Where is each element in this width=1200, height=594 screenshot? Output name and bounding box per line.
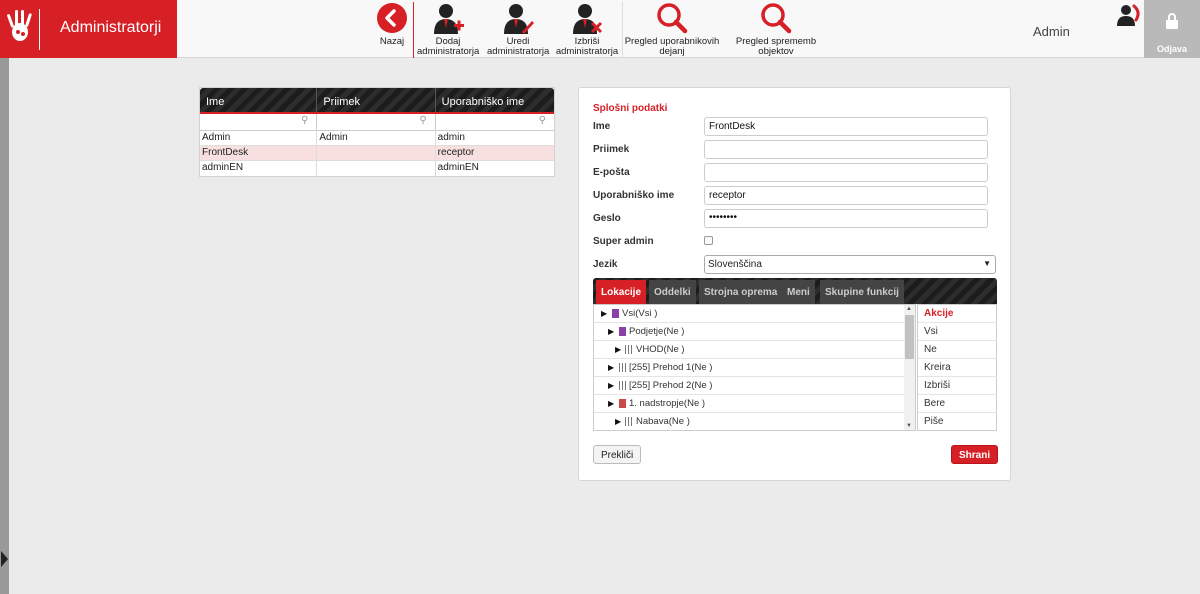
- dropdown-arrow-icon: ▼: [983, 259, 991, 268]
- table-row[interactable]: adminEN adminEN: [200, 161, 554, 176]
- last-name-label: Priimek: [593, 144, 630, 155]
- tree-node[interactable]: ▶ Vsi(Vsi ): [594, 305, 904, 323]
- page-title: Administratorji: [60, 19, 162, 36]
- search-icon: ⚲: [419, 115, 427, 126]
- admin-edit-form: Splošni podatki Ime Priimek E-pošta Upor…: [578, 87, 1011, 481]
- app-brand: Administratorji: [0, 0, 177, 58]
- add-user-icon: [434, 4, 464, 34]
- actions-list: Akcije Vsi Ne Kreira Izbriši Bere Piše: [917, 304, 997, 431]
- expand-arrow-icon[interactable]: ▶: [608, 381, 614, 390]
- language-select[interactable]: Slovenščina ▼: [704, 255, 996, 274]
- filter-last-name-input[interactable]: ⚲: [317, 114, 436, 130]
- table-row[interactable]: Admin Admin admin: [200, 131, 554, 146]
- expand-arrow-icon[interactable]: ▶: [615, 417, 621, 426]
- filter-username-input[interactable]: ⚲: [436, 114, 554, 130]
- column-header-last-name[interactable]: Priimek: [317, 88, 436, 112]
- column-header-username[interactable]: Uporabniško ime: [436, 88, 554, 112]
- tree-node[interactable]: ▶ 1. nadstropje(Ne ): [594, 395, 904, 413]
- super-admin-label: Super admin: [593, 236, 654, 247]
- administrators-table: Ime Priimek Uporabniško ime ⚲ ⚲ ⚲ Admin …: [199, 87, 555, 177]
- tab-menu[interactable]: Meni: [782, 280, 815, 304]
- action-item[interactable]: Izbriši: [918, 377, 997, 395]
- tab-departments[interactable]: Oddelki: [649, 280, 696, 304]
- expand-arrow-icon[interactable]: ▶: [608, 363, 614, 372]
- back-arrow-icon: [377, 3, 407, 33]
- tree-node[interactable]: ▶ VHOD(Ne ): [594, 341, 904, 359]
- section-title: Splošni podatki: [593, 103, 668, 114]
- filter-first-name-input[interactable]: ⚲: [200, 114, 318, 130]
- cancel-button[interactable]: Prekliči: [593, 445, 642, 464]
- door-icon: [625, 417, 632, 426]
- expand-arrow-icon: [1, 551, 8, 567]
- user-call-icon[interactable]: [1117, 4, 1141, 26]
- filter-row: ⚲ ⚲ ⚲: [200, 114, 554, 131]
- search-icon: ⚲: [301, 115, 309, 126]
- expand-arrow-icon[interactable]: ▶: [608, 327, 614, 336]
- door-icon: [619, 381, 626, 390]
- password-label: Geslo: [593, 213, 621, 224]
- scroll-up-icon[interactable]: ▲: [906, 306, 912, 312]
- back-button[interactable]: Nazaj: [370, 0, 414, 58]
- hand-logo-icon: [7, 10, 32, 41]
- username-label: Uporabniško ime: [593, 190, 675, 201]
- email-field[interactable]: [704, 163, 988, 182]
- magnifier-icon: [761, 3, 792, 34]
- edit-user-icon: [504, 4, 534, 34]
- email-label: E-pošta: [593, 167, 630, 178]
- tab-hardware[interactable]: Strojna oprema: [699, 280, 783, 304]
- tab-locations[interactable]: Lokacije: [596, 280, 647, 304]
- building-icon: [612, 309, 619, 318]
- expand-arrow-icon[interactable]: ▶: [608, 399, 614, 408]
- top-toolbar: Administratorji Nazaj Dodaj administrato…: [0, 0, 1200, 58]
- current-user-name: Admin: [1033, 24, 1070, 39]
- tab-function-groups[interactable]: Skupine funkcij: [820, 280, 904, 304]
- lock-icon: [1166, 13, 1178, 29]
- edit-admin-button[interactable]: Uredi administratorja: [487, 0, 549, 58]
- table-row-selected[interactable]: FrontDesk receptor: [200, 146, 554, 161]
- first-name-label: Ime: [593, 121, 611, 132]
- language-label: Jezik: [593, 259, 618, 270]
- table-header: Ime Priimek Uporabniško ime: [200, 88, 554, 114]
- tree-node[interactable]: ▶ [255] Prehod 2(Ne ): [594, 377, 904, 395]
- action-item[interactable]: Vsi: [918, 323, 997, 341]
- delete-admin-button[interactable]: Izbriši administratorja: [555, 0, 619, 58]
- first-name-field[interactable]: [704, 117, 988, 136]
- action-item[interactable]: Ne: [918, 341, 997, 359]
- object-changes-review-button[interactable]: Pregled sprememb objektov: [728, 0, 824, 58]
- door-icon: [625, 345, 632, 354]
- scrollbar-thumb[interactable]: [905, 315, 914, 359]
- tree-node[interactable]: ▶ Podjetje(Ne ): [594, 323, 904, 341]
- sidebar-toggle[interactable]: [0, 58, 9, 594]
- tree-node[interactable]: ▶ Nabava(Ne ): [594, 413, 904, 430]
- action-item[interactable]: Kreira: [918, 359, 997, 377]
- add-admin-button[interactable]: Dodaj administratorja: [417, 0, 479, 58]
- scroll-down-icon[interactable]: ▼: [906, 423, 912, 429]
- building-icon: [619, 327, 626, 336]
- permissions-tabs: Lokacije Oddelki Strojna oprema Meni Sku…: [593, 278, 997, 304]
- locations-tree: ▶ Vsi(Vsi ) ▶ Podjetje(Ne ) ▶ VHOD(Ne ) …: [593, 304, 916, 431]
- tree-node[interactable]: ▶ [255] Prehod 1(Ne ): [594, 359, 904, 377]
- expand-arrow-icon[interactable]: ▶: [601, 309, 607, 318]
- expand-arrow-icon[interactable]: ▶: [615, 345, 621, 354]
- actions-header: Akcije: [918, 305, 997, 323]
- super-admin-checkbox[interactable]: [704, 236, 713, 245]
- action-item[interactable]: Bere: [918, 395, 997, 413]
- logout-button[interactable]: Odjava: [1144, 0, 1200, 58]
- tree-scrollbar[interactable]: ▲ ▼: [904, 305, 915, 430]
- door-icon: [619, 363, 626, 372]
- password-field[interactable]: ••••••••: [704, 209, 988, 228]
- user-actions-review-button[interactable]: Pregled uporabnikovih dejanj: [624, 0, 720, 58]
- delete-user-icon: [573, 4, 603, 34]
- search-icon: ⚲: [538, 115, 546, 126]
- floor-icon: [619, 399, 626, 408]
- action-item[interactable]: Piše: [918, 413, 997, 431]
- save-button[interactable]: Shrani: [951, 445, 999, 464]
- last-name-field[interactable]: [704, 140, 988, 159]
- magnifier-icon: [657, 3, 688, 34]
- username-field[interactable]: [704, 186, 988, 205]
- column-header-first-name[interactable]: Ime: [200, 88, 318, 112]
